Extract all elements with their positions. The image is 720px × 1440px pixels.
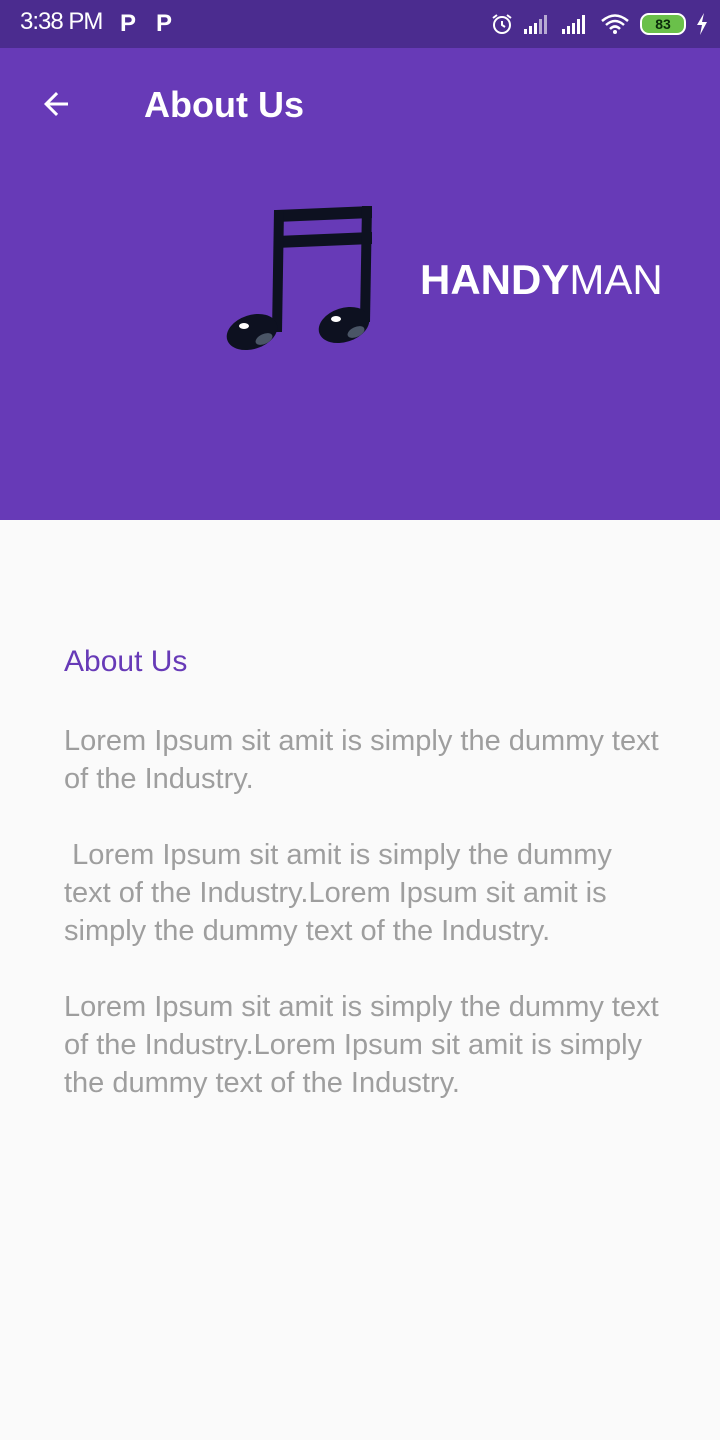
- paragraph: Lorem Ipsum sit amit is simply the dummy…: [64, 991, 667, 1099]
- signal-icon: [562, 15, 585, 34]
- status-bar: 3:38 PM P P 83: [0, 0, 720, 48]
- wifi-icon: [601, 14, 629, 34]
- section-heading: About Us: [64, 645, 188, 678]
- brand-light-text: MAN: [569, 256, 663, 303]
- brand-logo-text: HANDYMAN: [420, 256, 663, 304]
- parking-notification-icon: P: [156, 10, 173, 37]
- brand-bold-text: HANDY: [420, 256, 570, 303]
- back-button[interactable]: [30, 82, 82, 126]
- signal-icon: [524, 15, 547, 34]
- paragraph: Lorem Ipsum sit amit is simply the dummy…: [64, 725, 667, 795]
- status-time: 3:38 PM: [20, 8, 103, 35]
- charging-icon: [697, 13, 707, 35]
- paragraph: Lorem Ipsum sit amit is simply the dummy…: [64, 839, 620, 947]
- about-content: About Us Lorem Ipsum sit amit is simply …: [64, 520, 664, 1102]
- music-note-icon: [226, 206, 372, 351]
- page-title: About Us: [144, 84, 304, 125]
- app-bar: About Us HANDYMAN: [0, 48, 720, 520]
- status-icons: 83: [490, 10, 708, 38]
- arrow-back-icon: [44, 92, 68, 116]
- parking-notification-icon: P: [120, 10, 137, 37]
- battery-icon: 83: [640, 13, 686, 35]
- alarm-icon: [492, 14, 512, 34]
